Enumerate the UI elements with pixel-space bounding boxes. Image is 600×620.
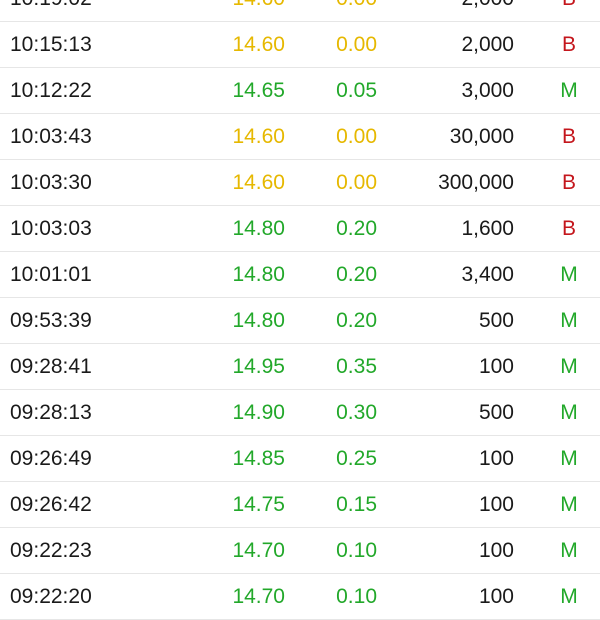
- trade-change: 0.00: [336, 171, 377, 194]
- trade-row[interactable]: 09:22:20 14.70 0.10 100 M: [0, 574, 600, 620]
- trade-row[interactable]: 10:01:01 14.80 0.20 3,400 M: [0, 252, 600, 298]
- trade-side: M: [560, 539, 578, 562]
- trade-row[interactable]: 10:03:30 14.60 0.00 300,000 B: [0, 160, 600, 206]
- trade-time: 10:03:43: [10, 125, 92, 148]
- trade-change: 0.00: [336, 125, 377, 148]
- trade-change: 0.00: [336, 0, 377, 21]
- trade-time: 10:03:03: [10, 217, 92, 240]
- trade-volume: 100: [478, 447, 514, 470]
- trade-price: 14.70: [232, 539, 285, 562]
- trade-price: 14.60: [232, 0, 285, 21]
- trade-side: B: [561, 217, 576, 240]
- trade-side: M: [560, 401, 578, 424]
- trade-list[interactable]: 10:19:02 14.60 0.00 2,000 B 10:15:13 14.60 0.00…: [0, 0, 600, 620]
- trade-time: 09:28:41: [10, 355, 92, 378]
- trade-side: M: [560, 493, 578, 516]
- trade-row[interactable]: 09:26:49 14.85 0.25 100 M: [0, 436, 600, 482]
- trade-time: 09:26:42: [10, 493, 92, 516]
- trade-side: M: [560, 263, 578, 286]
- trade-price: 14.90: [232, 401, 285, 424]
- trade-volume: 300,000: [438, 171, 514, 194]
- trade-row[interactable]: 10:15:13 14.60 0.00 2,000 B: [0, 22, 600, 68]
- trade-price: 14.60: [232, 171, 285, 194]
- trade-change: 0.35: [336, 355, 377, 378]
- trade-volume: 500: [478, 401, 514, 424]
- trade-side: M: [560, 585, 578, 608]
- trade-change: 0.15: [336, 493, 377, 516]
- trade-volume: 100: [478, 355, 514, 378]
- trade-price: 14.95: [232, 355, 285, 378]
- trade-row[interactable]: 10:03:03 14.80 0.20 1,600 B: [0, 206, 600, 252]
- trade-change: 0.30: [336, 401, 377, 424]
- trade-volume: 1,600: [461, 217, 514, 240]
- trade-time: 10:01:01: [10, 263, 92, 286]
- trade-time: 10:03:30: [10, 171, 92, 194]
- trade-volume: 3,000: [461, 79, 514, 102]
- trade-change: 0.20: [336, 217, 377, 240]
- trade-time: 10:15:13: [10, 33, 92, 56]
- trade-side: M: [560, 79, 578, 102]
- trade-time: 09:22:23: [10, 539, 92, 562]
- trade-change: 0.20: [336, 263, 377, 286]
- trade-volume: 30,000: [449, 125, 514, 148]
- trade-time: 10:19:02: [10, 0, 92, 21]
- trade-row[interactable]: 10:19:02 14.60 0.00 2,000 B: [0, 0, 600, 22]
- trade-change: 0.25: [336, 447, 377, 470]
- trade-price: 14.85: [232, 447, 285, 470]
- trade-volume: 100: [478, 493, 514, 516]
- trade-time: 09:22:20: [10, 585, 92, 608]
- trade-row[interactable]: 09:28:41 14.95 0.35 100 M: [0, 344, 600, 390]
- trade-time: 10:12:22: [10, 79, 92, 102]
- trade-side: B: [560, 0, 578, 21]
- trade-row[interactable]: 10:12:22 14.65 0.05 3,000 M: [0, 68, 600, 114]
- trade-change: 0.05: [336, 79, 377, 102]
- trade-time: 09:26:49: [10, 447, 92, 470]
- trade-change: 0.20: [336, 309, 377, 332]
- trade-volume: 3,400: [461, 263, 514, 286]
- trade-side: B: [561, 33, 576, 56]
- trade-volume: 2,000: [461, 33, 514, 56]
- trade-volume: 100: [478, 585, 514, 608]
- trade-volume: 500: [478, 309, 514, 332]
- trade-change: 0.10: [336, 585, 377, 608]
- trade-row[interactable]: 09:53:39 14.80 0.20 500 M: [0, 298, 600, 344]
- trade-change: 0.10: [336, 539, 377, 562]
- trade-row[interactable]: 10:03:43 14.60 0.00 30,000 B: [0, 114, 600, 160]
- trade-price: 14.75: [232, 493, 285, 516]
- trade-change: 0.00: [336, 33, 377, 56]
- trade-side: M: [560, 309, 578, 332]
- trade-price: 14.80: [232, 217, 285, 240]
- trade-side: B: [561, 171, 576, 194]
- trade-price: 14.65: [232, 79, 285, 102]
- trade-price: 14.70: [232, 585, 285, 608]
- trade-row[interactable]: 09:26:42 14.75 0.15 100 M: [0, 482, 600, 528]
- trade-time: 09:53:39: [10, 309, 92, 332]
- trade-row[interactable]: 09:28:13 14.90 0.30 500 M: [0, 390, 600, 436]
- trade-side: B: [561, 125, 576, 148]
- trade-price: 14.80: [232, 263, 285, 286]
- trade-side: M: [560, 355, 578, 378]
- trade-volume: 2,000: [461, 0, 514, 21]
- trade-price: 14.60: [232, 33, 285, 56]
- trade-price: 14.60: [232, 125, 285, 148]
- trade-volume: 100: [478, 539, 514, 562]
- trade-side: M: [560, 447, 578, 470]
- trade-row[interactable]: 09:22:23 14.70 0.10 100 M: [0, 528, 600, 574]
- trade-price: 14.80: [232, 309, 285, 332]
- trade-time: 09:28:13: [10, 401, 92, 424]
